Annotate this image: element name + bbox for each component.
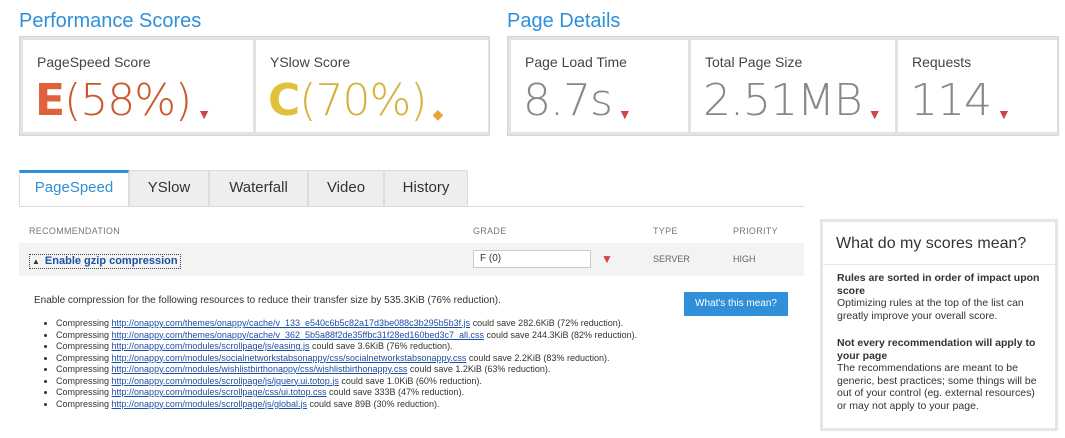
resource-prefix: Compressing (56, 352, 112, 363)
column-header-grade: GRADE (473, 226, 507, 236)
resource-link[interactable]: http://onappy.com/themes/onappy/cache/v_… (112, 318, 471, 328)
resource-prefix: Compressing (56, 375, 112, 386)
info-block-rules-sorted: Rules are sorted in order of impact upon… (837, 272, 1042, 322)
scores-info-title: What do my scores mean? (836, 235, 1027, 252)
requests-value: 114 ▼ (910, 75, 1011, 140)
resource-link[interactable]: http://onappy.com/modules/scrollpage/js/… (112, 341, 310, 351)
list-item: Compressing http://onappy.com/modules/sc… (56, 341, 716, 353)
resource-prefix: Compressing (56, 387, 112, 397)
page-load-time-label: Page Load Time (525, 54, 627, 70)
resource-prefix: Compressing (56, 329, 112, 340)
total-page-size-label: Total Page Size (705, 54, 803, 70)
resource-link[interactable]: http://onappy.com/modules/scrollpage/css… (112, 387, 327, 397)
performance-scores-panel: PageSpeed Score E(58%) ▼ YSlow Score C(70… (19, 36, 490, 136)
caret-down-icon[interactable]: ▼ (601, 252, 613, 266)
list-item: Compressing http://onappy.com/modules/wi… (56, 364, 716, 376)
column-header-priority: PRIORITY (733, 226, 778, 236)
recommendation-toggle[interactable]: ▲ Enable gzip compression (29, 254, 181, 269)
list-item: Compressing http://onappy.com/modules/sc… (56, 387, 716, 399)
resource-link[interactable]: http://onappy.com/modules/scrollpage/js/… (112, 376, 339, 386)
info-block-text: Optimizing rules at the top of the list … (837, 297, 1024, 322)
list-item: Compressing http://onappy.com/modules/sc… (56, 376, 716, 388)
tab-waterfall[interactable]: Waterfall (209, 170, 308, 206)
tab-pagespeed[interactable]: PageSpeed (19, 170, 129, 206)
resource-suffix: could save 1.0KiB (60% reduction). (338, 375, 482, 386)
pagespeed-score-card: PageSpeed Score E(58%) ▼ (23, 40, 253, 132)
caret-down-icon[interactable]: ▼ (868, 90, 882, 140)
caret-down-icon[interactable]: ▼ (997, 90, 1011, 140)
page-details-title: Page Details (507, 10, 621, 32)
tab-history[interactable]: History (384, 170, 468, 206)
resource-suffix: could save 1.2KiB (63% reduction). (407, 364, 551, 374)
column-header-recommendation: RECOMMENDATION (29, 226, 121, 236)
priority-value: HIGH (733, 254, 756, 264)
resource-suffix: could save 89B (30% reduction). (306, 398, 440, 409)
page-load-time-number: 8.7s (523, 75, 613, 126)
page-load-time-value: 8.7s ▼ (523, 75, 632, 140)
yslow-grade: C (268, 75, 300, 126)
resource-prefix: Compressing (56, 341, 112, 351)
scores-info-box: What do my scores mean? Rules are sorted… (820, 219, 1058, 431)
pagespeed-score-value: E(58%) ▼ (35, 75, 211, 140)
total-page-size-card: Total Page Size 2.51MB ▼ (691, 40, 895, 132)
yslow-percent: (70%) (299, 75, 427, 126)
performance-scores-title: Performance Scores (19, 10, 202, 32)
resource-list: Compressing http://onappy.com/themes/ona… (34, 318, 716, 410)
resource-prefix: Compressing (56, 318, 112, 328)
requests-card: Requests 114 ▼ (898, 40, 1057, 132)
info-block-title: Not every recommendation will apply to y… (837, 337, 1036, 362)
recommendation-name: Enable gzip compression (44, 255, 178, 267)
caret-down-icon[interactable]: ▼ (618, 90, 632, 140)
diamond-icon[interactable]: ◆ (432, 90, 443, 140)
pagespeed-grade: E (35, 75, 65, 126)
list-item: Compressing http://onappy.com/themes/ona… (56, 318, 716, 330)
total-page-size-value: 2.51MB ▼ (703, 75, 882, 140)
list-item: Compressing http://onappy.com/themes/ona… (56, 330, 716, 342)
table-row: ▲ Enable gzip compression F (0) ▼ SERVER … (19, 243, 804, 276)
list-item: Compressing http://onappy.com/modules/so… (56, 353, 716, 365)
resource-suffix: could save 333B (47% reduction). (326, 387, 465, 397)
yslow-score-value: C(70%) ◆ (268, 75, 443, 140)
page-details-panel: Page Load Time 8.7s ▼ Total Page Size 2.5… (507, 36, 1059, 136)
info-block-text: The recommendations are meant to be gene… (837, 362, 1037, 412)
caret-down-icon[interactable]: ▼ (197, 90, 211, 140)
resource-prefix: Compressing (56, 364, 112, 374)
recommendation-details: Enable compression for the following res… (34, 295, 794, 306)
page-load-time-card: Page Load Time 8.7s ▼ (511, 40, 688, 132)
resource-suffix: could save 244.3KiB (82% reduction). (483, 329, 638, 340)
resource-link[interactable]: http://onappy.com/themes/onappy/cache/v_… (112, 330, 484, 340)
yslow-score-card: YSlow Score C(70%) ◆ (256, 40, 488, 132)
details-intro: Enable compression for the following res… (34, 295, 501, 306)
whats-this-mean-button[interactable]: What's this mean? (684, 292, 788, 316)
resource-link[interactable]: http://onappy.com/modules/socialnetworks… (112, 353, 467, 363)
resource-suffix: could save 282.6KiB (72% reduction). (470, 318, 624, 328)
pagespeed-percent: (58%) (64, 75, 192, 126)
resource-link[interactable]: http://onappy.com/modules/scrollpage/js/… (112, 399, 307, 409)
requests-number: 114 (910, 75, 992, 126)
grade-bar: F (0) (473, 250, 591, 268)
tab-divider (19, 206, 804, 207)
divider (823, 264, 1055, 265)
pagespeed-score-label: PageSpeed Score (37, 54, 151, 70)
info-block-not-every-recommendation: Not every recommendation will apply to y… (837, 337, 1042, 412)
resource-prefix: Compressing (56, 398, 112, 409)
resource-link[interactable]: http://onappy.com/modules/wishlistbirtho… (112, 364, 408, 374)
yslow-score-label: YSlow Score (270, 54, 351, 70)
info-block-title: Rules are sorted in order of impact upon… (837, 272, 1040, 297)
tab-video[interactable]: Video (308, 170, 384, 206)
column-header-type: TYPE (653, 226, 678, 236)
triangle-up-icon: ▲ (32, 257, 40, 266)
resource-suffix: could save 3.6KiB (76% reduction). (309, 341, 453, 351)
resource-suffix: could save 2.2KiB (83% reduction). (466, 352, 610, 363)
total-page-size-number: 2.51MB (703, 75, 863, 126)
requests-label: Requests (912, 54, 972, 70)
type-value: SERVER (653, 254, 690, 264)
list-item: Compressing http://onappy.com/modules/sc… (56, 399, 716, 411)
tab-yslow[interactable]: YSlow (129, 170, 209, 206)
